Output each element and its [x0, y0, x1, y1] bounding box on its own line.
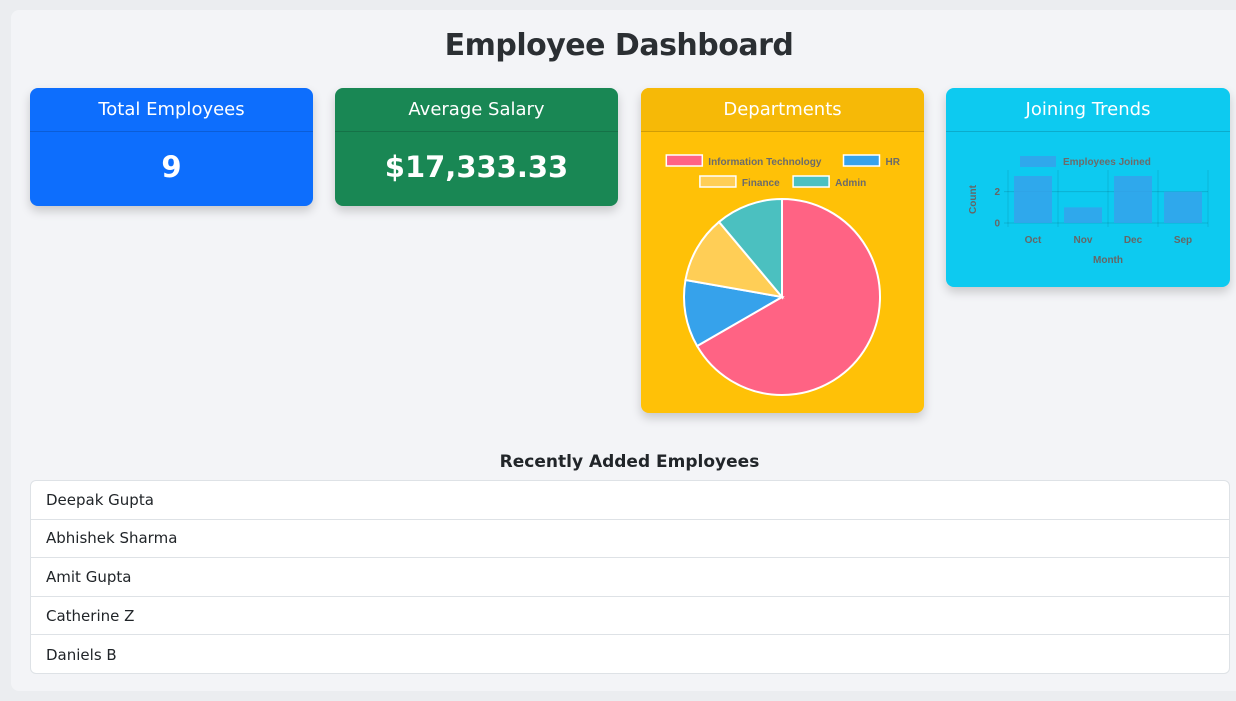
departments-pie-chart[interactable]: Information Technology HR Finance Admin [641, 88, 924, 413]
recent-employees-list: Deepak Gupta Abhishek Sharma Amit Gupta … [30, 480, 1230, 674]
x-tick-label: Sep [1174, 235, 1192, 246]
list-item[interactable]: Amit Gupta [31, 558, 1229, 597]
legend-swatch[interactable] [842, 154, 881, 167]
total-employees-value: 9 [161, 150, 182, 184]
legend-label[interactable]: Employees Joined [1063, 157, 1151, 168]
x-tick-label: Oct [1025, 235, 1042, 246]
x-axis-label: Month [1093, 255, 1123, 266]
y-tick-label: 2 [994, 187, 1000, 198]
legend-swatch[interactable] [792, 175, 830, 188]
departments-card: Departments Information Technology HR Fina… [641, 88, 924, 413]
bar-oct[interactable] [1014, 176, 1052, 223]
x-tick-label: Dec [1124, 235, 1143, 246]
total-employees-label: Total Employees [30, 88, 313, 132]
legend-label[interactable]: Finance [742, 178, 780, 189]
joining-trends-bar-chart[interactable]: Employees Joined 0 2 Oct Nov Dec Sep Month Count [946, 88, 1230, 287]
recent-employees-title: Recently Added Employees [499, 452, 760, 472]
legend-label[interactable]: Admin [835, 178, 866, 189]
legend-label[interactable]: Information Technology [708, 157, 822, 168]
legend-swatch[interactable] [665, 154, 704, 167]
legend-swatch[interactable] [699, 175, 737, 188]
list-item[interactable]: Catherine Z [31, 597, 1229, 636]
average-salary-card: Average Salary $17,333.33 [335, 88, 618, 206]
legend-swatch[interactable] [1020, 156, 1056, 167]
y-axis-label: Count [968, 184, 979, 214]
list-item[interactable]: Abhishek Sharma [31, 520, 1229, 559]
list-item[interactable]: Deepak Gupta [31, 481, 1229, 520]
average-salary-label: Average Salary [335, 88, 618, 132]
bar-sep[interactable] [1164, 191, 1202, 223]
x-tick-label: Nov [1074, 235, 1093, 246]
page-title: Employee Dashboard [444, 28, 794, 63]
average-salary-value: $17,333.33 [384, 150, 569, 184]
total-employees-card: Total Employees 9 [30, 88, 313, 206]
bar-nov[interactable] [1064, 207, 1102, 223]
y-tick-label: 0 [994, 219, 1000, 230]
legend-label[interactable]: HR [886, 157, 901, 168]
list-item[interactable]: Daniels B [31, 635, 1229, 674]
bar-dec[interactable] [1114, 176, 1152, 223]
joining-trends-card: Joining Trends Employees Joined 0 2 Oct Nov D… [946, 88, 1230, 287]
